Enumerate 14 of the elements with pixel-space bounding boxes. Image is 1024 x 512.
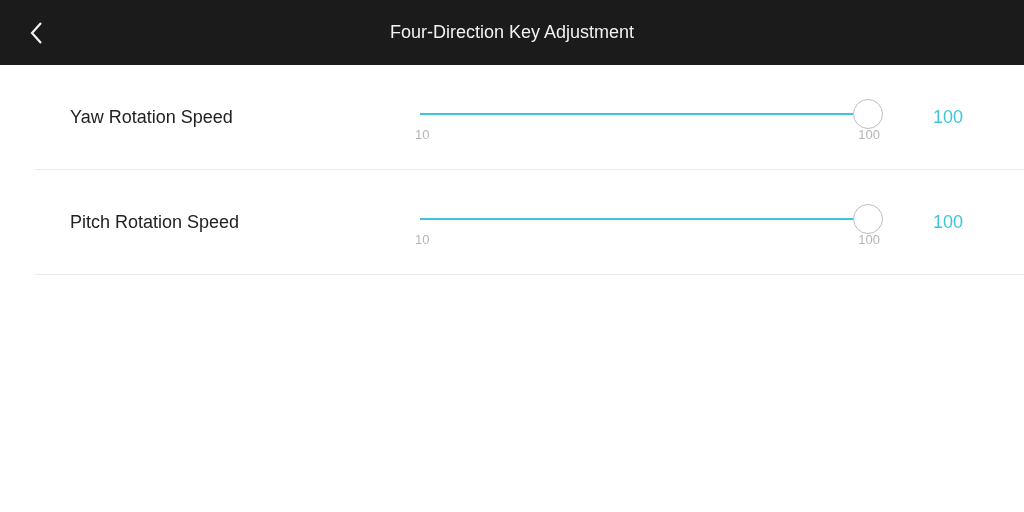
slider-thumb[interactable] — [853, 203, 883, 234]
setting-label: Yaw Rotation Speed — [70, 106, 234, 128]
value-readout: 100 — [933, 211, 964, 233]
min-label: 10 — [415, 126, 430, 142]
min-label: 10 — [415, 231, 430, 247]
back-icon — [29, 21, 43, 45]
screen-title: Four-Direction Key Adjustment — [389, 22, 635, 43]
max-label: 100 — [858, 231, 880, 247]
slider-track[interactable] — [420, 112, 853, 115]
slider-track[interactable] — [420, 217, 853, 220]
setting-label: Pitch Rotation Speed — [70, 211, 241, 233]
value-readout: 100 — [933, 106, 964, 128]
max-label: 100 — [858, 126, 880, 142]
slider-thumb[interactable] — [853, 98, 883, 129]
